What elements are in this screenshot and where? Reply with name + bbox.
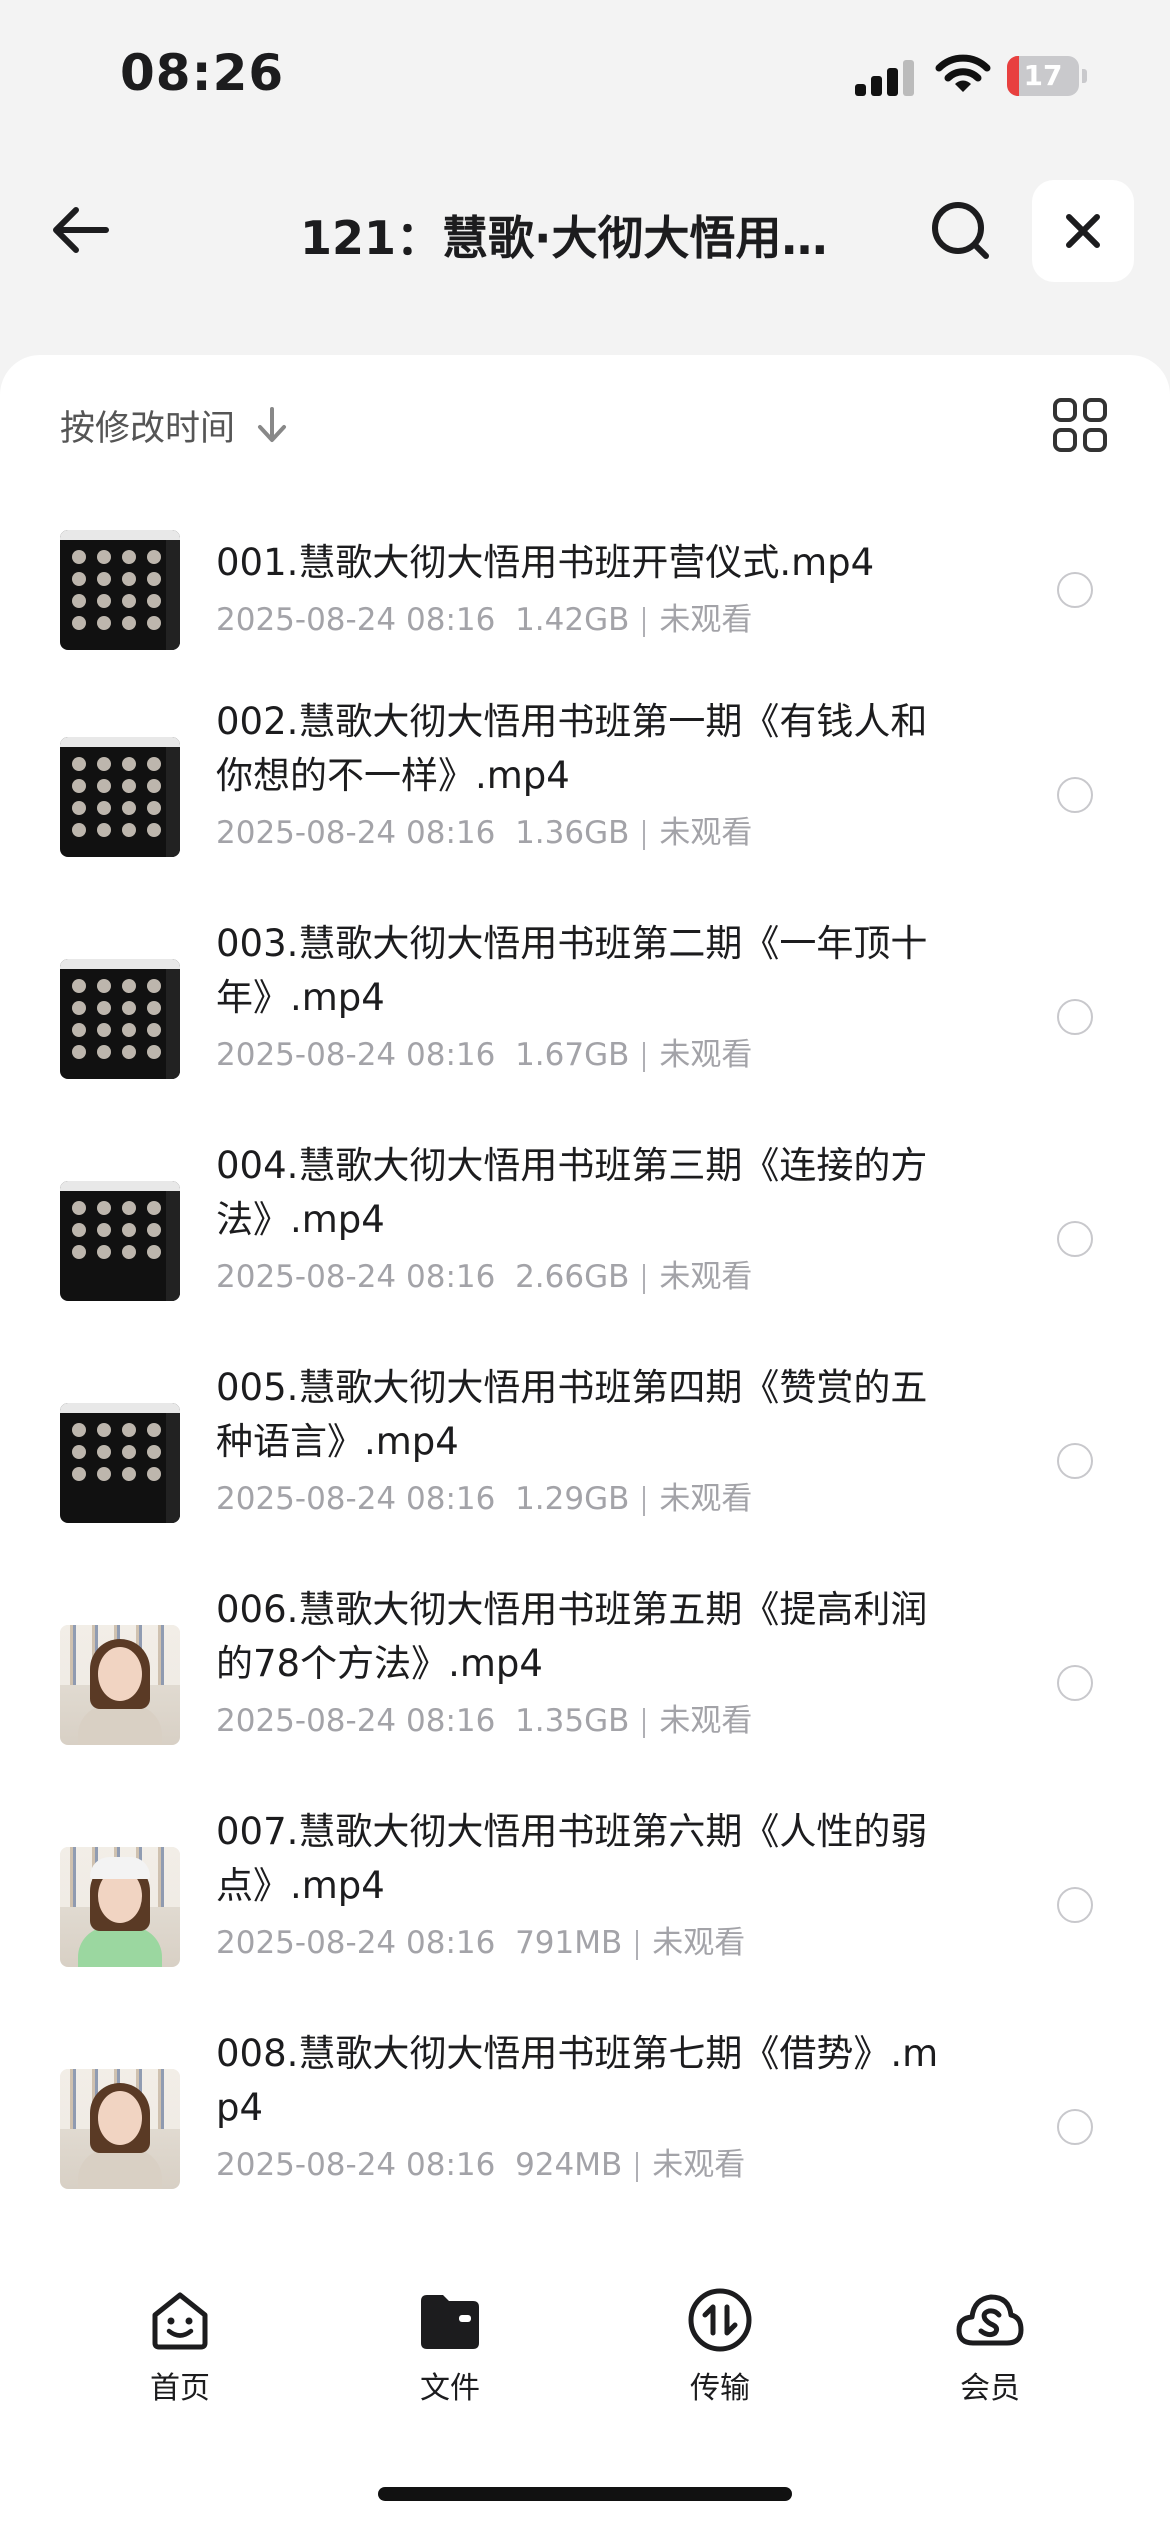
list-item[interactable]: 005.慧歌大彻大悟用书班第四期《赞赏的五种语言》.mp4 2025-08-24…	[0, 1351, 1170, 1573]
tab-files[interactable]: 文件	[360, 2285, 540, 2425]
home-smile-icon	[152, 2292, 208, 2350]
select-radio[interactable]	[1057, 2109, 1093, 2145]
select-radio[interactable]	[1057, 1665, 1093, 1701]
back-button[interactable]	[40, 192, 120, 268]
video-thumbnail	[60, 1625, 180, 1745]
video-thumbnail	[60, 1403, 180, 1523]
list-item[interactable]: 004.慧歌大彻大悟用书班第三期《连接的方法》.mp4 2025-08-24 0…	[0, 1129, 1170, 1351]
tab-home[interactable]: 首页	[90, 2285, 270, 2425]
list-item[interactable]: 003.慧歌大彻大悟用书班第二期《一年顶十年》.mp4 2025-08-24 0…	[0, 907, 1170, 1129]
video-thumbnail	[60, 1181, 180, 1301]
tab-vip-label: 会员	[960, 2371, 1020, 2406]
file-name: 004.慧歌大彻大悟用书班第三期《连接的方法》.mp4	[216, 1144, 928, 1241]
select-radio[interactable]	[1057, 999, 1093, 1035]
arrow-down-icon	[258, 407, 287, 442]
cellular-signal-icon	[855, 58, 917, 96]
status-time: 08:26	[120, 44, 285, 102]
file-meta: 2025-08-24 08:16 1.67GB 未观看	[216, 1037, 753, 1073]
video-thumbnail	[60, 530, 180, 650]
wifi-icon	[935, 54, 991, 92]
file-meta: 2025-08-24 08:16 1.42GB 未观看	[216, 602, 753, 638]
select-radio[interactable]	[1057, 777, 1093, 813]
close-icon	[1066, 214, 1100, 248]
status-bar: 08:26 17	[0, 0, 1170, 150]
close-button[interactable]	[1032, 180, 1134, 282]
file-name: 002.慧歌大彻大悟用书班第一期《有钱人和你想的不一样》.mp4	[216, 700, 928, 797]
list-item[interactable]: 008.慧歌大彻大悟用书班第七期《借势》.mp4 2025-08-24 08:1…	[0, 2017, 1170, 2239]
video-thumbnail	[60, 2069, 180, 2189]
list-item[interactable]: 007.慧歌大彻大悟用书班第六期《人性的弱点》.mp4 2025-08-24 0…	[0, 1795, 1170, 2017]
home-indicator	[378, 2487, 792, 2501]
tab-home-label: 首页	[150, 2371, 210, 2406]
arrow-left-icon	[53, 207, 109, 253]
file-name: 007.慧歌大彻大悟用书班第六期《人性的弱点》.mp4	[216, 1810, 928, 1907]
video-thumbnail	[60, 959, 180, 1079]
tab-vip[interactable]: 会员	[900, 2285, 1080, 2425]
video-thumbnail	[60, 1847, 180, 1967]
file-meta: 2025-08-24 08:16 924MB 未观看	[216, 2147, 746, 2183]
transfer-icon	[688, 2288, 752, 2352]
file-name: 006.慧歌大彻大悟用书班第五期《提高利润的78个方法》.mp4	[216, 1588, 928, 1685]
folder-icon	[421, 2295, 479, 2349]
select-radio[interactable]	[1057, 1443, 1093, 1479]
battery-icon: 17	[1007, 56, 1087, 96]
nav-header: 121：慧歌·大彻大悟用书班	[0, 170, 1170, 290]
sort-control[interactable]: 按修改时间	[60, 390, 289, 460]
page-title: 121：慧歌·大彻大悟用书班	[300, 211, 860, 265]
select-radio[interactable]	[1057, 1221, 1093, 1257]
file-name: 001.慧歌大彻大悟用书班开营仪式.mp4	[216, 541, 875, 584]
vip-cloud-icon	[956, 2294, 1024, 2346]
search-icon	[932, 202, 989, 259]
list-item[interactable]: 001.慧歌大彻大悟用书班开营仪式.mp4 2025-08-24 08:16 1…	[0, 480, 1170, 702]
file-meta: 2025-08-24 08:16 1.29GB 未观看	[216, 1481, 753, 1517]
tab-transfer-label: 传输	[690, 2371, 750, 2406]
select-radio[interactable]	[1057, 572, 1093, 608]
file-name: 003.慧歌大彻大悟用书班第二期《一年顶十年》.mp4	[216, 922, 928, 1019]
search-button[interactable]	[920, 192, 1000, 268]
video-thumbnail	[60, 737, 180, 857]
file-meta: 2025-08-24 08:16 1.35GB 未观看	[216, 1703, 753, 1739]
file-meta: 2025-08-24 08:16 1.36GB 未观看	[216, 815, 753, 851]
tab-files-label: 文件	[420, 2371, 480, 2406]
sort-label: 按修改时间	[60, 408, 236, 449]
file-name: 008.慧歌大彻大悟用书班第七期《借势》.mp4	[216, 2032, 939, 2129]
file-name: 005.慧歌大彻大悟用书班第四期《赞赏的五种语言》.mp4	[216, 1366, 928, 1463]
battery-level: 17	[1023, 59, 1063, 92]
grid-view-icon[interactable]	[1050, 395, 1110, 455]
list-item[interactable]: 002.慧歌大彻大悟用书班第一期《有钱人和你想的不一样》.mp4 2025-08…	[0, 685, 1170, 907]
select-radio[interactable]	[1057, 1887, 1093, 1923]
tab-transfer[interactable]: 传输	[630, 2285, 810, 2425]
file-meta: 2025-08-24 08:16 791MB 未观看	[216, 1925, 746, 1961]
list-item[interactable]: 006.慧歌大彻大悟用书班第五期《提高利润的78个方法》.mp4 2025-08…	[0, 1573, 1170, 1795]
file-meta: 2025-08-24 08:16 2.66GB 未观看	[216, 1259, 753, 1295]
